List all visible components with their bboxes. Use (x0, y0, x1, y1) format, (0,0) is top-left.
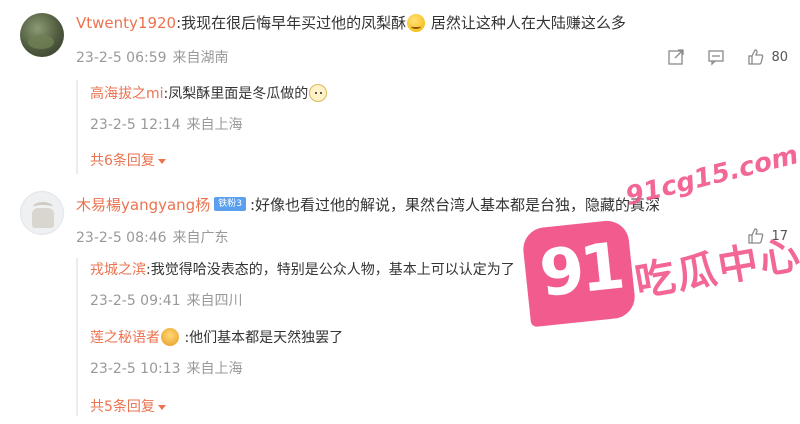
avatar[interactable] (20, 13, 64, 57)
reply-item: 莲之秘语者 :他们基本都是天然独罢了 23-2-5 10:13 来自上海 (90, 328, 343, 378)
reply-body: :我觉得哈没表态的，特别是公众人物，基本上可以认定为了 (146, 262, 515, 278)
reply-time[interactable]: 23-2-5 12:14 (90, 117, 181, 133)
comment-location: 来自湖南 (172, 50, 229, 66)
reply-body: :凤梨酥里面是冬瓜做的 (163, 86, 309, 102)
comment-button[interactable] (707, 48, 725, 66)
fan-badge[interactable]: 铁粉3 (214, 196, 246, 211)
reply-location: 来自上海 (186, 361, 243, 377)
reply-text: 高海拔之mi:凤梨酥里面是冬瓜做的 (90, 84, 328, 104)
comment-meta: 23-2-5 08:46 来自广东 (76, 227, 229, 247)
like-count: 80 (771, 49, 788, 65)
comment-time[interactable]: 23-2-5 08:46 (76, 230, 167, 246)
more-replies-link[interactable]: 共5条回复 (90, 396, 166, 416)
comment-body-cont: 居然让这种人在大陆赚这么多 (426, 14, 626, 32)
reply-item: 高海拔之mi:凤梨酥里面是冬瓜做的 23-2-5 12:14 来自上海 (90, 84, 328, 134)
reply-location: 来自四川 (186, 293, 243, 309)
crown-emoji-icon (161, 328, 179, 346)
watermark-badge-text: 91 (536, 229, 625, 312)
share-button[interactable] (667, 48, 685, 66)
reply-body: :他们基本都是天然独罢了 (180, 330, 344, 346)
reply-time[interactable]: 23-2-5 10:13 (90, 361, 181, 377)
avatar[interactable] (20, 191, 64, 235)
share-icon (668, 49, 685, 65)
comment-icon (708, 50, 725, 66)
watermark-url: 91cg15.com (622, 140, 800, 212)
comment-text: Vtwenty1920:我现在很后悔早年买过他的凤梨酥 居然让这种人在大陆赚这么… (76, 12, 626, 34)
reply-meta: 23-2-5 10:13 来自上海 (90, 358, 343, 378)
comment-body: :我现在很后悔早年买过他的凤梨酥 (176, 14, 407, 32)
reply-list: 高海拔之mi:凤梨酥里面是冬瓜做的 23-2-5 12:14 来自上海 共6条回复 (76, 80, 328, 174)
reply-username[interactable]: 莲之秘语者 (90, 330, 160, 346)
reply-text: 莲之秘语者 :他们基本都是天然独罢了 (90, 328, 343, 348)
comment-username[interactable]: Vtwenty1920 (76, 14, 176, 32)
reply-meta: 23-2-5 12:14 来自上海 (90, 114, 328, 134)
like-button[interactable]: 80 (747, 48, 788, 66)
more-replies-link[interactable]: 共6条回复 (90, 150, 166, 170)
reply-list: 戎城之滨:我觉得哈没表态的，特别是公众人物，基本上可以认定为了 23-2-5 0… (76, 258, 515, 416)
comment-location: 来自广东 (172, 230, 229, 246)
comment-username[interactable]: 木易楊yangyang杨 (76, 196, 210, 214)
reply-item: 戎城之滨:我觉得哈没表态的，特别是公众人物，基本上可以认定为了 23-2-5 0… (90, 260, 515, 310)
more-replies-label: 共5条回复 (90, 399, 155, 415)
reply-text: 戎城之滨:我觉得哈没表态的，特别是公众人物，基本上可以认定为了 (90, 260, 515, 280)
reply-time[interactable]: 23-2-5 09:41 (90, 293, 181, 309)
awkward-smile-emoji-icon (407, 13, 426, 32)
comment-meta: 23-2-5 06:59 来自湖南 (76, 47, 229, 67)
reply-meta: 23-2-5 09:41 来自四川 (90, 290, 515, 310)
comment-actions: 80 (667, 48, 788, 66)
reply-username[interactable]: 高海拔之mi (90, 86, 164, 102)
caret-down-icon (157, 404, 166, 410)
caret-down-icon (157, 158, 166, 164)
comment-time[interactable]: 23-2-5 06:59 (76, 50, 167, 66)
more-replies-label: 共6条回复 (90, 153, 155, 169)
watermark-title: 吃瓜中心 (631, 231, 800, 307)
reply-location: 来自上海 (186, 117, 243, 133)
thumbs-up-icon (748, 49, 764, 65)
watermark-logo-badge: 91 (521, 218, 637, 328)
cat-face-emoji-icon (309, 84, 328, 102)
site-watermark: 91 91cg15.com 吃瓜中心 (518, 140, 800, 340)
reply-username[interactable]: 戎城之滨 (90, 262, 146, 278)
